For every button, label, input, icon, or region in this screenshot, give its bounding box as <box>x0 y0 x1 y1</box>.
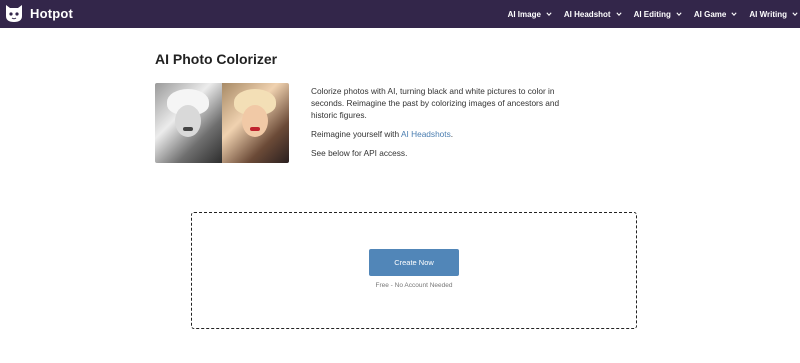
nav-item-label: AI Image <box>507 9 541 19</box>
main-nav: AI Image AI Headshot AI Editing AI Game … <box>508 0 800 28</box>
page-description: Colorize photos with AI, turning black a… <box>311 85 571 166</box>
brand-logo[interactable]: Hotpot <box>4 4 73 23</box>
top-navigation-bar: Hotpot AI Image AI Headshot AI Editing A… <box>0 0 800 28</box>
nav-item-label: AI Headshot <box>563 9 611 19</box>
upload-dropzone[interactable]: Create Now Free - No Account Needed <box>191 212 637 329</box>
colorized-photo <box>222 83 289 163</box>
description-paragraph: Colorize photos with AI, turning black a… <box>311 86 560 120</box>
page-title: AI Photo Colorizer <box>155 51 278 67</box>
hotpot-logo-icon <box>4 4 24 23</box>
description-paragraph: Reimagine yourself with AI Headshots. <box>311 128 571 140</box>
chevron-down-icon <box>792 11 798 17</box>
face-shape <box>175 105 201 137</box>
nav-item-ai-editing[interactable]: AI Editing <box>634 10 682 19</box>
description-text: . <box>450 129 454 139</box>
chevron-down-icon <box>615 11 622 17</box>
lips-shape <box>250 127 260 131</box>
create-now-button[interactable]: Create Now <box>369 249 459 276</box>
chevron-down-icon <box>546 11 552 17</box>
black-and-white-photo <box>155 83 222 163</box>
free-note: Free - No Account Needed <box>375 282 453 289</box>
face-shape <box>242 105 268 137</box>
nav-item-ai-writing[interactable]: AI Writing <box>749 10 798 19</box>
chevron-down-icon <box>676 11 682 17</box>
nav-item-ai-headshot[interactable]: AI Headshot <box>564 10 622 19</box>
lips-shape <box>183 127 193 131</box>
nav-item-label: AI Game <box>693 9 727 19</box>
nav-item-ai-game[interactable]: AI Game <box>694 10 737 19</box>
nav-item-ai-image[interactable]: AI Image <box>508 10 552 19</box>
chevron-down-icon <box>731 11 737 17</box>
nav-item-label: AI Editing <box>633 9 671 19</box>
ai-headshots-link[interactable]: AI Headshots <box>401 129 451 139</box>
brand-name: Hotpot <box>30 6 74 21</box>
description-text: Reimagine yourself with <box>311 129 401 139</box>
nav-item-label: AI Writing <box>749 9 787 19</box>
before-after-photo <box>155 83 289 163</box>
description-paragraph: See below for API access. <box>311 148 408 158</box>
